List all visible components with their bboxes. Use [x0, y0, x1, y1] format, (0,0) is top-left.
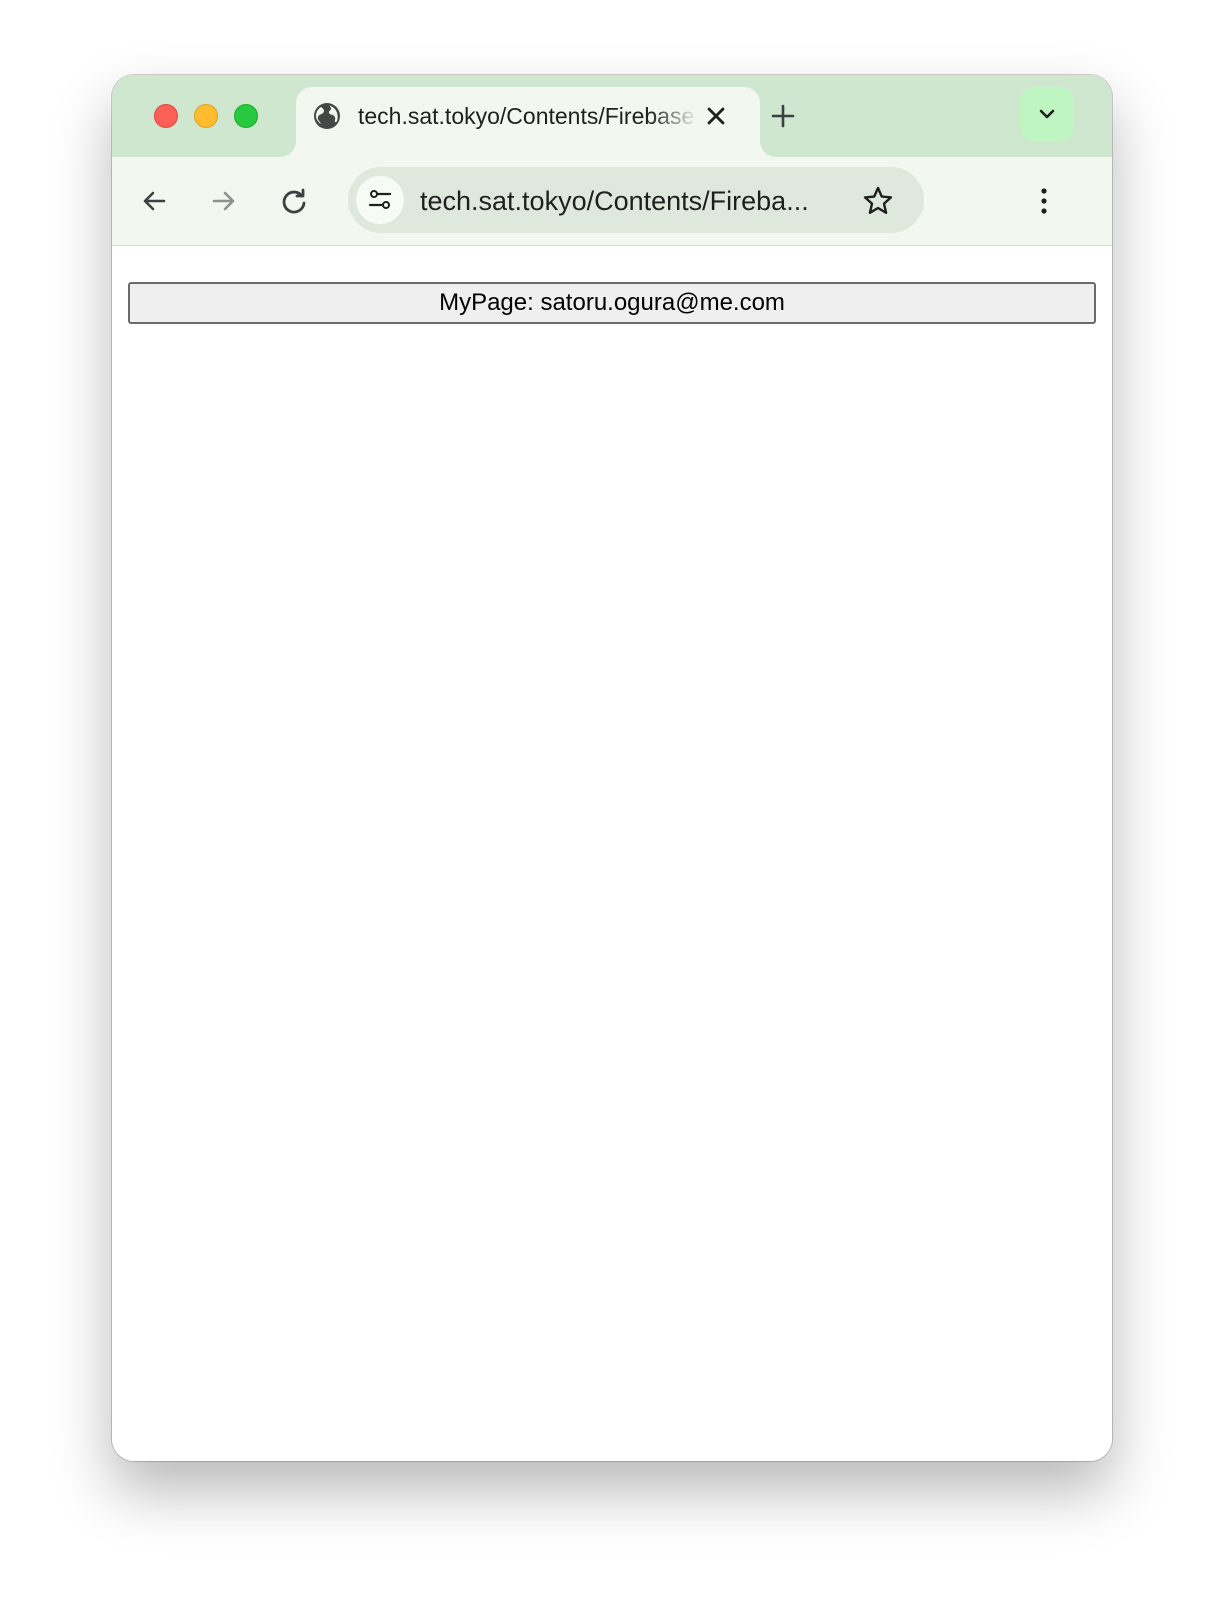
page-content: MyPage: satoru.ogura@me.com — [112, 246, 1112, 1461]
window-close-button[interactable] — [154, 104, 178, 128]
star-icon — [863, 186, 893, 214]
tab-strip: tech.sat.tokyo/Contents/Firebase — [112, 75, 1112, 157]
arrow-left-icon — [143, 191, 166, 211]
plus-icon — [771, 104, 795, 128]
chevron-down-icon — [1039, 109, 1055, 119]
back-button[interactable] — [132, 179, 176, 223]
more-vertical-icon — [1041, 188, 1047, 214]
reload-button[interactable] — [272, 179, 316, 223]
window-maximize-button[interactable] — [234, 104, 258, 128]
window-minimize-button[interactable] — [194, 104, 218, 128]
browser-toolbar: tech.sat.tokyo/Contents/Fireba... — [112, 157, 1112, 246]
tab-title: tech.sat.tokyo/Contents/Firebase — [358, 103, 695, 129]
url-text[interactable]: tech.sat.tokyo/Contents/Fireba... — [420, 185, 846, 217]
new-tab-button[interactable] — [766, 99, 800, 133]
browser-menu-button[interactable] — [1022, 179, 1066, 223]
browser-window: tech.sat.tokyo/Contents/Firebase tech.sa… — [112, 75, 1112, 1461]
tune-icon — [368, 190, 392, 209]
globe-icon — [312, 101, 342, 131]
arrow-right-icon — [212, 191, 235, 211]
mypage-button[interactable]: MyPage: satoru.ogura@me.com — [128, 282, 1096, 324]
forward-button[interactable] — [202, 179, 246, 223]
site-info-button[interactable] — [356, 176, 404, 224]
bookmark-button[interactable] — [858, 181, 898, 221]
active-tab[interactable]: tech.sat.tokyo/Contents/Firebase — [296, 87, 760, 157]
tab-search-button[interactable] — [1020, 87, 1074, 141]
close-icon[interactable] — [702, 102, 730, 130]
reload-icon — [282, 188, 306, 214]
address-bar[interactable]: tech.sat.tokyo/Contents/Fireba... — [348, 167, 924, 233]
